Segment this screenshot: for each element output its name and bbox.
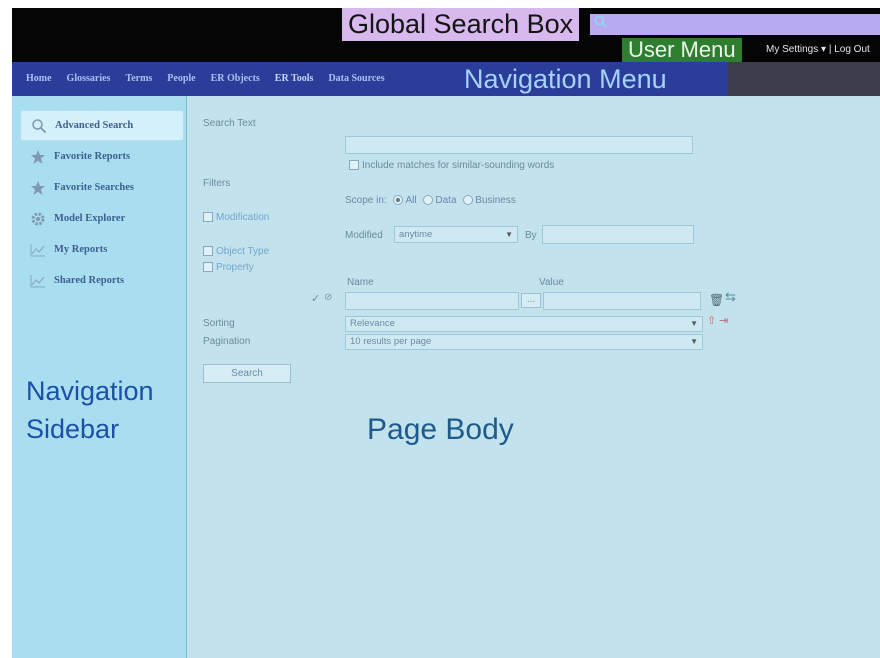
similar-sounding-checkbox[interactable] bbox=[349, 160, 359, 171]
accept-icon[interactable]: ✓ bbox=[311, 292, 320, 305]
similar-sounding-option[interactable]: Include matches for similar-sounding wor… bbox=[349, 160, 554, 171]
chevron-down-icon: ▼ bbox=[690, 337, 698, 346]
global-search-label: Global Search Box bbox=[342, 8, 580, 41]
sidebar-item-my-reports[interactable]: My Reports bbox=[20, 234, 184, 265]
nav-item-glossaries[interactable]: Glossaries bbox=[67, 62, 111, 96]
star-icon bbox=[30, 180, 46, 196]
scope-radio-all[interactable] bbox=[393, 195, 404, 206]
search-icon bbox=[31, 118, 47, 134]
sidebar-item-favorite-searches[interactable]: Favorite Searches bbox=[20, 172, 184, 203]
navigation-sidebar: Advanced Search Favorite Reports Favorit… bbox=[12, 96, 187, 658]
sorting-select[interactable]: Relevance ▼ bbox=[345, 316, 703, 332]
by-input[interactable] bbox=[542, 225, 694, 244]
chevron-down-icon: ▼ bbox=[505, 230, 513, 239]
add-sort-icon[interactable]: ⇥ bbox=[719, 314, 728, 327]
expand-icon bbox=[203, 246, 213, 257]
collapse-icon bbox=[203, 262, 213, 273]
chart-icon bbox=[30, 273, 46, 289]
scope-radio-data[interactable] bbox=[423, 195, 434, 206]
name-column-label: Name bbox=[347, 277, 374, 288]
modified-select-value: anytime bbox=[399, 229, 433, 240]
scope-group: Scope in: All Data Business bbox=[345, 195, 516, 206]
navigation-menu-label: Navigation Menu bbox=[464, 64, 667, 94]
sidebar-list: Advanced Search Favorite Reports Favorit… bbox=[20, 110, 184, 296]
logout-link[interactable]: Log Out bbox=[834, 44, 870, 55]
app-frame: Global Search Box User Menu My Settings … bbox=[12, 8, 880, 658]
sidebar-item-label: Model Explorer bbox=[54, 213, 126, 224]
modified-select[interactable]: anytime ▼ bbox=[394, 226, 518, 243]
sorting-select-value: Relevance bbox=[350, 318, 395, 329]
scope-option-data: Data bbox=[435, 195, 457, 206]
page-body: Search Text Include matches for similar-… bbox=[187, 96, 880, 658]
add-row-icon[interactable]: ⇆ bbox=[725, 289, 736, 305]
pagination-select[interactable]: 10 results per page ▼ bbox=[345, 334, 703, 350]
sidebar-item-favorite-reports[interactable]: Favorite Reports bbox=[20, 141, 184, 172]
sidebar-item-label: Shared Reports bbox=[54, 275, 125, 286]
clear-icon[interactable]: ⊘ bbox=[324, 292, 332, 303]
modified-label: Modified bbox=[345, 230, 383, 241]
sidebar-item-label: Favorite Reports bbox=[54, 151, 131, 162]
property-value-input[interactable] bbox=[543, 292, 701, 310]
gear-icon bbox=[30, 211, 46, 227]
value-column-label: Value bbox=[539, 277, 564, 288]
user-menu: My Settings ▾ | Log Out bbox=[766, 42, 870, 58]
chevron-down-icon: ▼ bbox=[690, 319, 698, 328]
scope-label: Scope in: bbox=[345, 195, 387, 206]
user-menu-separator: | bbox=[826, 44, 835, 55]
nav-item-data-sources[interactable]: Data Sources bbox=[328, 62, 384, 96]
sorting-label: Sorting bbox=[203, 318, 235, 329]
star-icon bbox=[30, 149, 46, 165]
scope-option-all: All bbox=[405, 195, 417, 206]
sidebar-item-label: Advanced Search bbox=[55, 120, 134, 131]
sidebar-item-label: Favorite Searches bbox=[54, 182, 134, 193]
sidebar-item-advanced-search[interactable]: Advanced Search bbox=[20, 110, 184, 141]
search-text-label: Search Text bbox=[203, 118, 256, 129]
global-search-input[interactable] bbox=[590, 14, 880, 35]
search-icon bbox=[594, 15, 608, 33]
sidebar-item-label: My Reports bbox=[54, 244, 108, 255]
search-text-input[interactable] bbox=[345, 136, 693, 154]
navigation-menu: Home Glossaries Terms People ER Objects … bbox=[12, 62, 880, 96]
pagination-select-value: 10 results per page bbox=[350, 336, 432, 347]
sidebar-item-shared-reports[interactable]: Shared Reports bbox=[20, 265, 184, 296]
nav-item-people[interactable]: People bbox=[167, 62, 195, 96]
pagination-label: Pagination bbox=[203, 336, 251, 347]
scope-option-business: Business bbox=[475, 195, 516, 206]
page-body-annotation: Page Body bbox=[367, 413, 514, 446]
similar-sounding-label: Include matches for similar-sounding wor… bbox=[362, 160, 555, 171]
object-type-link: Object Type bbox=[216, 246, 270, 257]
modification-link: Modification bbox=[216, 212, 270, 223]
trash-icon[interactable]: 🗑 bbox=[709, 293, 724, 307]
property-link: Property bbox=[216, 262, 254, 273]
sidebar-annotation-line2: Sidebar bbox=[26, 414, 120, 444]
chart-icon bbox=[30, 242, 46, 258]
property-name-input[interactable] bbox=[345, 292, 519, 310]
object-type-filter[interactable]: Object Type bbox=[203, 246, 269, 257]
modification-filter[interactable]: Modification bbox=[203, 212, 269, 223]
sort-up-icon[interactable]: ⇧ bbox=[707, 314, 716, 327]
my-settings-link[interactable]: My Settings ▾ bbox=[766, 44, 826, 55]
sidebar-item-model-explorer[interactable]: Model Explorer bbox=[20, 203, 184, 234]
nav-item-er-tools[interactable]: ER Tools bbox=[275, 62, 314, 96]
filters-label: Filters bbox=[203, 178, 231, 189]
nav-items: Home Glossaries Terms People ER Objects … bbox=[26, 62, 400, 96]
search-button[interactable]: Search bbox=[203, 364, 291, 383]
scope-radio-business[interactable] bbox=[463, 195, 474, 206]
user-menu-label: User Menu bbox=[622, 38, 742, 62]
nav-item-home[interactable]: Home bbox=[26, 62, 52, 96]
browse-button[interactable]: ... bbox=[521, 293, 541, 308]
property-filter[interactable]: Property bbox=[203, 262, 254, 273]
sidebar-annotation-line1: Navigation bbox=[26, 376, 154, 406]
sidebar-annotation: Navigation Sidebar bbox=[26, 372, 154, 448]
navigation-menu-bar: Home Glossaries Terms People ER Objects … bbox=[12, 62, 728, 96]
collapse-icon bbox=[203, 212, 213, 223]
nav-item-terms[interactable]: Terms bbox=[125, 62, 152, 96]
nav-item-er-objects[interactable]: ER Objects bbox=[211, 62, 260, 96]
top-header: Global Search Box User Menu My Settings … bbox=[12, 8, 880, 62]
by-label: By bbox=[525, 230, 537, 241]
